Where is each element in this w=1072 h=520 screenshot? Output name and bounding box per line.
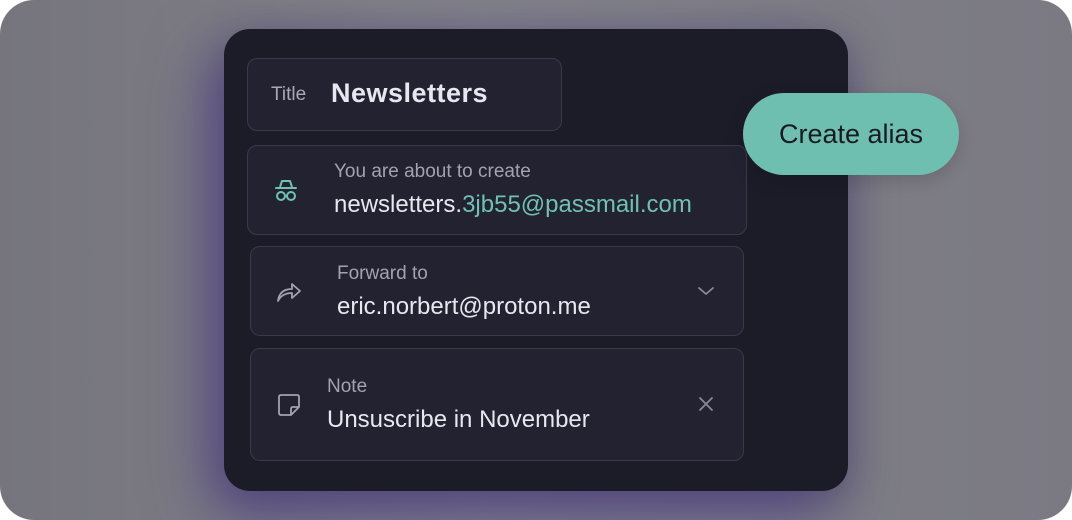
note-value[interactable]: Unsuscribe in November bbox=[327, 406, 590, 434]
chevron-down-icon[interactable] bbox=[697, 285, 715, 297]
note-field[interactable]: Note Unsuscribe in November bbox=[250, 348, 744, 461]
create-alias-button[interactable]: Create alias bbox=[743, 93, 959, 175]
alias-suffix: 3jb55@passmail.com bbox=[462, 191, 692, 218]
incognito-icon bbox=[275, 180, 297, 201]
title-field[interactable]: Title Newsletters bbox=[247, 58, 562, 131]
close-icon[interactable] bbox=[698, 396, 714, 412]
alias-address: newsletters.3jb55@passmail.com bbox=[334, 191, 692, 219]
forward-to-label: Forward to bbox=[337, 263, 428, 284]
note-icon bbox=[278, 394, 300, 416]
title-value[interactable]: Newsletters bbox=[331, 78, 488, 109]
background: Title Newsletters You are about to creat… bbox=[0, 0, 1072, 520]
alias-preview: You are about to create newsletters.3jb5… bbox=[247, 145, 747, 235]
alias-prefix: newsletters. bbox=[334, 191, 463, 218]
forward-arrow-icon bbox=[277, 283, 301, 302]
alias-preview-label: You are about to create bbox=[334, 161, 531, 182]
title-label: Title bbox=[271, 84, 307, 105]
note-label: Note bbox=[327, 376, 368, 397]
forward-to-select[interactable]: Forward to eric.norbert@proton.me bbox=[250, 246, 744, 336]
forward-to-value: eric.norbert@proton.me bbox=[337, 293, 591, 320]
